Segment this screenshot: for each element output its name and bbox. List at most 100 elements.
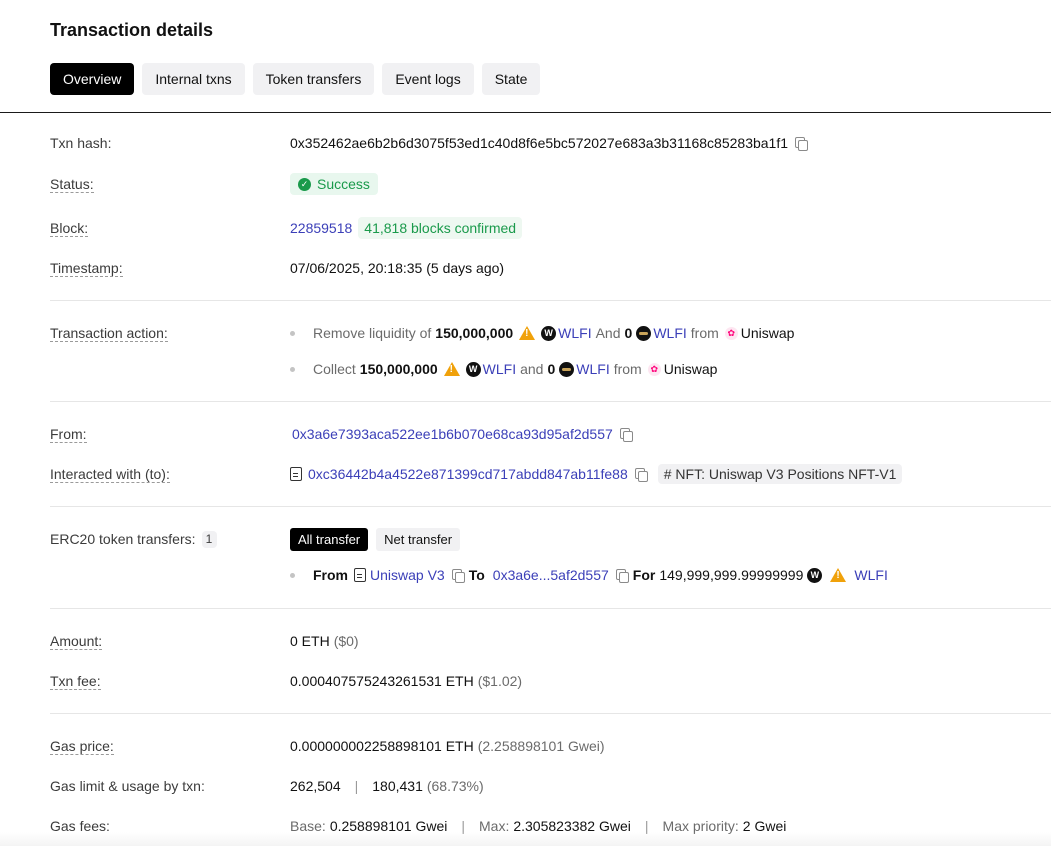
action-verb: Remove liquidity of	[313, 325, 432, 341]
row-erc20: ERC20 token transfers: 1 All transfer Ne…	[50, 527, 1051, 551]
warning-icon	[830, 568, 847, 582]
tab-overview[interactable]: Overview	[50, 63, 135, 95]
amount-value: 0 ETH	[290, 633, 330, 649]
tab-event-logs[interactable]: Event logs	[382, 63, 474, 95]
txn-fee-label[interactable]: Txn fee:	[50, 673, 101, 690]
action-verb: Collect	[313, 361, 356, 377]
action-amount: 0	[624, 325, 633, 341]
action-conjunction: and	[520, 361, 544, 377]
bullet-icon	[290, 330, 295, 336]
uniswap-icon: ✿	[647, 362, 661, 376]
txn-fee-value: 0.000407575243261531 ETH	[290, 673, 474, 689]
subtab-all-transfer[interactable]: All transfer	[290, 527, 369, 551]
transfer-to-label: To	[468, 567, 485, 583]
block-number-link[interactable]: 22859518	[290, 220, 352, 236]
token-link-wlfi[interactable]: WLFI	[558, 325, 591, 341]
row-block: Block: 22859518 41,818 blocks confirmed	[50, 216, 1051, 240]
txn-hash-label: Txn hash:	[50, 135, 112, 151]
copy-icon[interactable]	[619, 427, 633, 442]
status-label[interactable]: Status:	[50, 176, 94, 193]
dex-name: Uniswap	[663, 361, 718, 377]
token-link-wlfi[interactable]: WLFI	[854, 567, 887, 583]
wlfi-token-icon: W	[541, 325, 557, 341]
tab-token-transfers[interactable]: Token transfers	[252, 63, 375, 95]
wlfi-token-icon: W	[465, 361, 481, 377]
copy-icon[interactable]	[794, 136, 809, 151]
copy-icon[interactable]	[451, 568, 465, 583]
contract-address-link[interactable]: 0xc36442b4a4522e871399cd717abdd847ab11fe…	[308, 466, 628, 482]
row-txn-action-1: Transaction action: Remove liquidity of …	[50, 321, 1051, 345]
bullet-icon	[290, 366, 295, 372]
transfer-count-badge: 1	[201, 530, 217, 548]
action-amount: 0	[547, 361, 556, 377]
row-txn-fee: Txn fee: 0.000407575243261531 ETH ($1.02…	[50, 669, 1051, 693]
action-amount: 150,000,000	[359, 361, 438, 377]
contract-icon	[290, 467, 302, 481]
warning-icon	[443, 362, 460, 376]
section-divider	[50, 401, 1051, 402]
gas-used-value: 180,431	[372, 778, 423, 794]
action-from: from	[690, 325, 719, 341]
gas-price-label[interactable]: Gas price:	[50, 738, 114, 755]
section-divider	[50, 506, 1051, 507]
tab-internal-txns[interactable]: Internal txns	[142, 63, 245, 95]
timestamp-value: 07/06/2025, 20:18:35 (5 days ago)	[290, 260, 505, 276]
copy-icon[interactable]	[634, 467, 648, 482]
transfer-for-label: For	[632, 567, 656, 583]
section-divider	[50, 608, 1051, 609]
bottom-fade	[0, 832, 1051, 846]
contract-icon	[354, 568, 366, 582]
from-label[interactable]: From:	[50, 426, 87, 443]
row-txn-hash: Txn hash: 0x352462ae6b2b6d3075f53ed1c40d…	[50, 131, 1051, 155]
separator: |	[354, 778, 359, 794]
transfer-from-link[interactable]: Uniswap V3	[370, 567, 445, 583]
amount-usd: ($0)	[333, 633, 359, 649]
token-link-wlfi[interactable]: WLFI	[483, 361, 516, 377]
transfer-amount: 149,999,999.99999999	[659, 567, 804, 583]
action-from: from	[613, 361, 642, 377]
bird-token-icon	[636, 325, 652, 341]
row-amount: Amount: 0 ETH ($0)	[50, 629, 1051, 653]
row-status: Status: ✓ Success	[50, 172, 1051, 196]
uniswap-icon: ✿	[724, 326, 738, 340]
row-gas-price: Gas price: 0.000000002258898101 ETH (2.2…	[50, 734, 1051, 758]
section-divider	[50, 300, 1051, 301]
timestamp-label[interactable]: Timestamp:	[50, 260, 123, 277]
row-interacted-with: Interacted with (to): 0xc36442b4a4522e87…	[50, 462, 1051, 486]
interacted-with-label[interactable]: Interacted with (to):	[50, 466, 170, 483]
gas-used-pct: (68.73%)	[426, 778, 484, 794]
action-amount: 150,000,000	[435, 325, 514, 341]
contract-name-tag: # NFT: Uniswap V3 Positions NFT-V1	[657, 464, 903, 484]
txn-fee-usd: ($1.02)	[477, 673, 523, 689]
transfer-to-link[interactable]: 0x3a6e...5af2d557	[493, 567, 609, 583]
gas-price-value: 0.000000002258898101 ETH	[290, 738, 474, 754]
copy-icon[interactable]	[615, 568, 629, 583]
gas-limit-label: Gas limit & usage by txn:	[50, 778, 205, 794]
block-label[interactable]: Block:	[50, 220, 89, 237]
gas-price-gwei: (2.258898101 Gwei)	[477, 738, 605, 754]
subtab-net-transfer[interactable]: Net transfer	[376, 527, 461, 551]
gas-limit-value: 262,504	[290, 778, 341, 794]
from-address-link[interactable]: 0x3a6e7393aca522ee1b6b070e68ca93d95af2d5…	[292, 426, 613, 442]
header-divider	[0, 112, 1051, 113]
row-erc20-transfer: From Uniswap V3 To 0x3a6e...5af2d557 For…	[50, 563, 1051, 587]
bullet-icon	[290, 572, 295, 578]
confirmations-badge: 41,818 blocks confirmed	[358, 217, 523, 239]
transfer-from-label: From	[313, 567, 348, 583]
token-link-wlfi[interactable]: WLFI	[653, 325, 686, 341]
row-from: From: 0x3a6e7393aca522ee1b6b070e68ca93d9…	[50, 422, 1051, 446]
bird-token-icon	[559, 361, 575, 377]
dex-name: Uniswap	[740, 325, 795, 341]
status-badge: ✓ Success	[290, 173, 378, 195]
tab-state[interactable]: State	[481, 63, 541, 95]
txn-action-label[interactable]: Transaction action:	[50, 325, 168, 342]
tab-bar: Overview Internal txns Token transfers E…	[50, 63, 541, 95]
check-circle-icon: ✓	[298, 177, 311, 191]
amount-label[interactable]: Amount:	[50, 633, 103, 650]
row-timestamp: Timestamp: 07/06/2025, 20:18:35 (5 days …	[50, 256, 1051, 280]
row-txn-action-2: Collect 150,000,000 W WLFI and 0 WLFI fr…	[50, 357, 1051, 381]
token-link-wlfi[interactable]: WLFI	[576, 361, 609, 377]
page-title: Transaction details	[50, 20, 214, 40]
erc20-label: ERC20 token transfers:	[50, 531, 196, 547]
txn-hash-value: 0x352462ae6b2b6d3075f53ed1c40d8f6e5bc572…	[290, 135, 789, 151]
